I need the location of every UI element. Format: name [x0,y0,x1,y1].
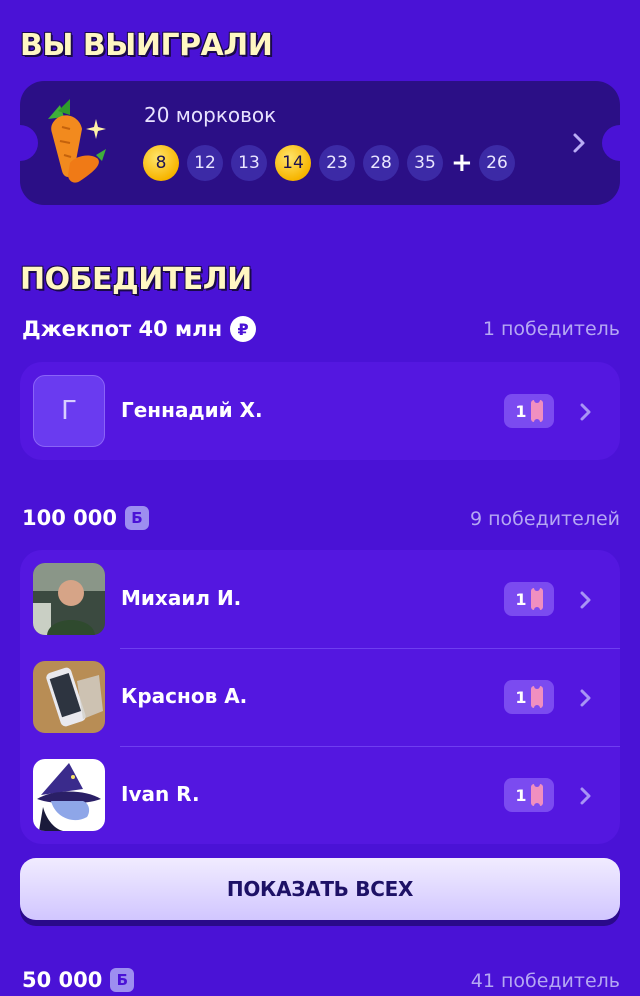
ticket-notch-left [2,125,38,161]
ticket-notch-right [602,125,638,161]
jackpot-label: Джекпот 40 млн ₽ [22,316,257,342]
tier-100k-winner-count: 9 победителей [469,508,620,530]
number-ball-hit: 8 [143,145,179,181]
carrot-icon [48,99,106,183]
jackpot-text: Джекпот 40 млн [22,317,223,341]
ticket-numbers: 8 12 13 14 23 28 35 + 26 [143,145,515,181]
winner-row[interactable]: Ivan R. 1 [20,746,620,844]
winner-row[interactable]: Г Геннадий Х. 1 [20,362,620,460]
winner-row[interactable]: Михаил И. 1 [20,550,620,648]
ticket-count: 1 [515,589,527,609]
winner-row[interactable]: Краснов А. 1 [20,648,620,746]
ticket-count-badge: 1 [504,394,554,428]
number-ball: 28 [363,145,399,181]
chevron-right-icon [580,591,591,609]
tier-100k-label: 100 000 Б [22,506,149,530]
ruble-icon: ₽ [230,316,257,342]
winner-name: Михаил И. [121,586,242,610]
winner-name: Геннадий Х. [121,398,263,422]
avatar [33,661,105,733]
ticket-icon [530,585,543,613]
avatar: Г [33,375,105,447]
show-all-button[interactable]: ПОКАЗАТЬ ВСЕХ [20,858,620,920]
bonus-currency-icon: Б [110,968,135,992]
number-ball: 35 [407,145,443,181]
ticket-count-badge: 1 [504,778,554,812]
chevron-right-icon [580,403,591,421]
ticket-icon [530,397,543,425]
ticket-icon [530,683,543,711]
winner-name: Ivan R. [121,782,200,806]
bonus-ball: 26 [479,145,515,181]
prize-title: 20 морковок [144,103,277,127]
number-ball: 12 [187,145,223,181]
ticket-count: 1 [515,401,527,421]
ticket-icon [530,781,543,809]
bonus-currency-icon: Б [124,506,149,530]
avatar [33,759,105,831]
chevron-right-icon [580,689,591,707]
tier-50k-label: 50 000 Б [22,968,135,992]
number-ball: 23 [319,145,355,181]
chevron-right-icon [580,787,591,805]
jackpot-winner-count: 1 победитель [482,318,620,340]
number-ball-hit: 14 [275,145,311,181]
won-heading: ВЫ ВЫИГРАЛИ [20,28,273,63]
chevron-right-icon [573,133,585,153]
tier-amount: 50 000 [22,968,103,992]
winner-name: Краснов А. [121,684,248,708]
jackpot-winners-card: Г Геннадий Х. 1 [20,362,620,460]
winners-heading: ПОБЕДИТЕЛИ [20,262,252,297]
ticket-count: 1 [515,687,527,707]
tier-50k-winner-count: 41 победитель [470,970,620,992]
avatar [33,563,105,635]
number-ball: 13 [231,145,267,181]
winning-ticket-card[interactable]: 20 морковок 8 12 13 14 23 28 35 + 26 [2,81,638,205]
tier-100k-winners-card: Михаил И. 1 Краснов А. 1 Ivan R. 1 [20,550,620,844]
tier-amount: 100 000 [22,506,117,530]
ticket-count-badge: 1 [504,680,554,714]
ticket-count-badge: 1 [504,582,554,616]
ticket-count: 1 [515,785,527,805]
plus-sign: + [451,148,473,178]
